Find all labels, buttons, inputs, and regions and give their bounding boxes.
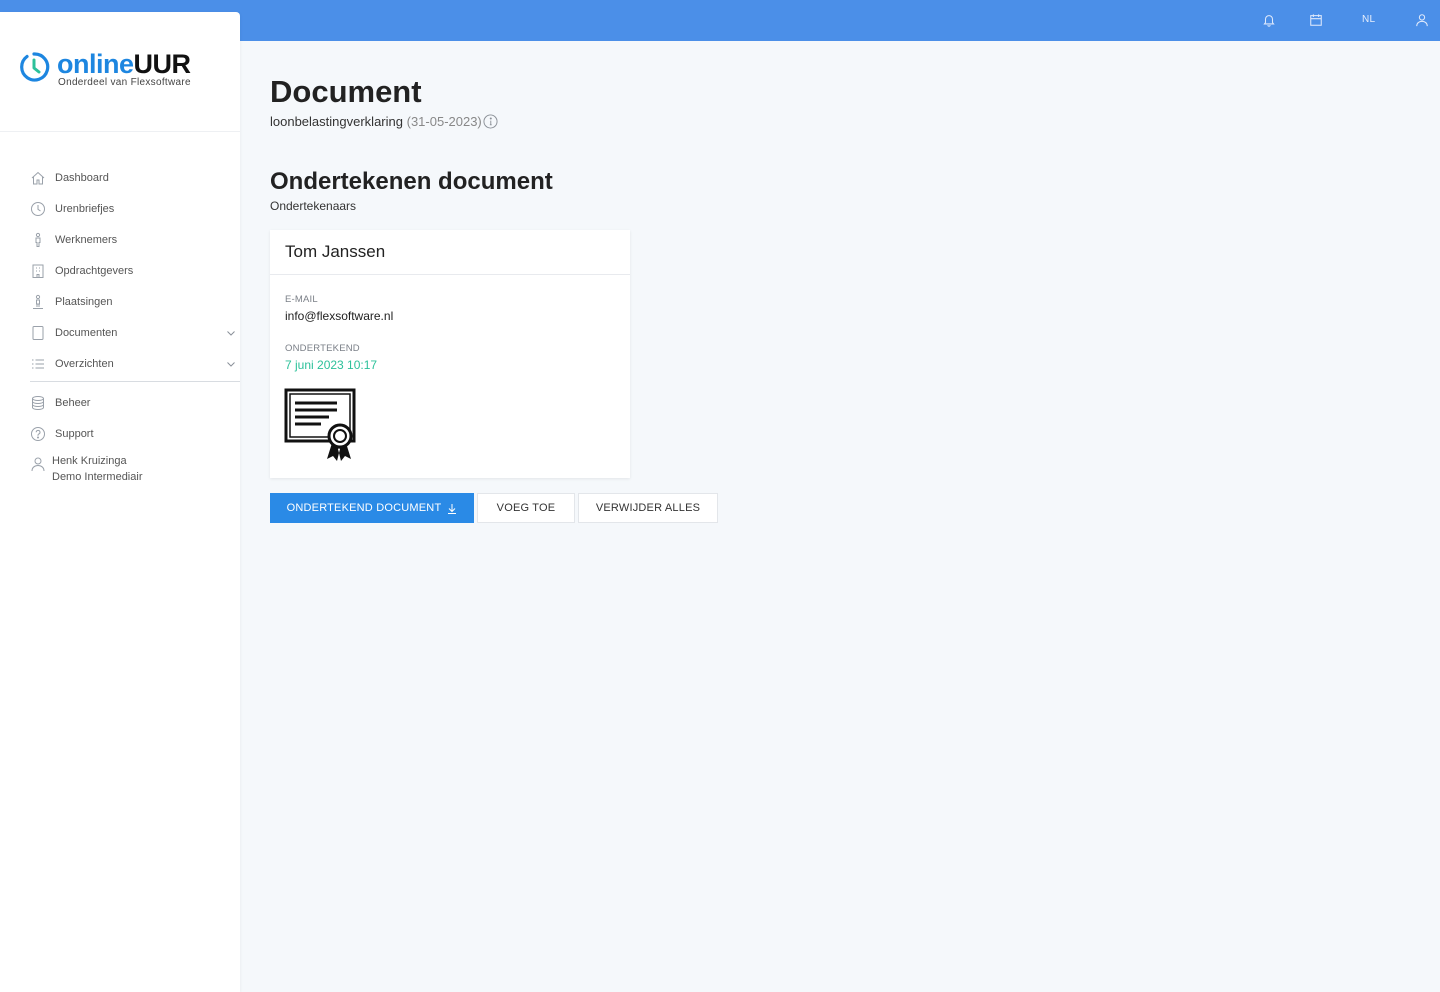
- signer-card: Tom Janssen E-MAIL info@flexsoftware.nl …: [270, 230, 630, 478]
- info-icon[interactable]: [483, 114, 498, 129]
- sidebar-user[interactable]: Henk Kruizinga Demo Intermediair: [0, 453, 240, 485]
- sidebar-item-label: Beheer: [55, 397, 91, 409]
- placement-icon: [33, 294, 43, 309]
- page-title: Document: [270, 74, 422, 109]
- sidebar: onlineUUR Onderdeel van Flexsoftware Das…: [0, 12, 240, 992]
- signed-label: ONDERTEKEND: [285, 343, 360, 354]
- bell-icon[interactable]: [1260, 11, 1278, 29]
- clock-icon: [31, 202, 45, 216]
- document-subtitle: loonbelastingverklaring (31-05-2023): [270, 114, 482, 129]
- user-name: Henk Kruizinga: [52, 455, 127, 467]
- sidebar-item-documenten[interactable]: Documenten: [0, 321, 240, 345]
- signed-document-button[interactable]: ONDERTEKEND DOCUMENT: [270, 493, 474, 523]
- sidebar-item-plaatsingen[interactable]: Plaatsingen: [0, 290, 240, 314]
- chevron-down-icon[interactable]: [226, 328, 236, 338]
- logo[interactable]: onlineUUR Onderdeel van Flexsoftware: [0, 12, 240, 132]
- user-icon: [31, 457, 45, 472]
- language-selector[interactable]: NL: [1362, 14, 1375, 25]
- chevron-down-icon[interactable]: [226, 359, 236, 369]
- download-icon: [448, 503, 457, 514]
- sidebar-item-support[interactable]: Support: [0, 422, 240, 446]
- sidebar-item-beheer[interactable]: Beheer: [0, 391, 240, 415]
- sidebar-item-label: Werknemers: [55, 234, 118, 246]
- person-icon: [35, 232, 41, 247]
- home-icon: [31, 171, 45, 185]
- clock-logo-icon: [20, 52, 50, 82]
- logo-wordmark-uur: UUR: [133, 49, 192, 79]
- sidebar-item-opdrachtgevers[interactable]: Opdrachtgevers: [0, 259, 240, 283]
- sidebar-item-urenbriefjes[interactable]: Urenbriefjes: [0, 197, 240, 221]
- signed-document-button-label: ONDERTEKEND DOCUMENT: [286, 502, 442, 514]
- building-icon: [32, 264, 44, 278]
- sidebar-item-label: Plaatsingen: [55, 296, 113, 308]
- signed-timestamp: 7 juni 2023 10:17: [285, 358, 378, 372]
- add-button[interactable]: VOEG TOE: [477, 493, 575, 523]
- database-icon: [32, 396, 44, 411]
- certificate-icon: [284, 388, 356, 461]
- sidebar-item-label: Overzichten: [55, 358, 114, 370]
- email-label: E-MAIL: [285, 294, 318, 305]
- remove-all-button[interactable]: VERWIJDER ALLES: [578, 493, 718, 523]
- section-title: Ondertekenen document: [270, 168, 553, 195]
- sidebar-item-label: Opdrachtgevers: [55, 265, 134, 277]
- logo-wordmark-online: online: [57, 49, 134, 79]
- sidebar-item-overzichten[interactable]: Overzichten: [0, 352, 240, 376]
- document-icon: [32, 326, 44, 340]
- user-icon[interactable]: [1413, 11, 1431, 29]
- document-name: loonbelastingverklaring: [270, 114, 403, 129]
- calendar-icon[interactable]: [1307, 11, 1325, 29]
- sidebar-item-label: Support: [55, 428, 94, 440]
- sidebar-item-label: Documenten: [55, 327, 118, 339]
- section-subtitle: Ondertekenaars: [270, 199, 357, 213]
- sidebar-item-label: Urenbriefjes: [55, 203, 115, 215]
- sidebar-item-werknemers[interactable]: Werknemers: [0, 228, 240, 252]
- logo-tagline: Onderdeel van Flexsoftware: [58, 77, 191, 88]
- user-role: Demo Intermediair: [52, 471, 143, 483]
- logo-wordmark: onlineUUR: [57, 49, 191, 80]
- document-date: (31-05-2023): [406, 114, 482, 129]
- list-icon: [32, 359, 44, 369]
- sidebar-divider: [30, 381, 240, 382]
- sidebar-item-dashboard[interactable]: Dashboard: [0, 166, 240, 190]
- sidebar-item-label: Dashboard: [55, 172, 109, 184]
- help-icon: [31, 427, 45, 441]
- signer-name: Tom Janssen: [270, 230, 630, 275]
- signer-email[interactable]: info@flexsoftware.nl: [285, 309, 393, 323]
